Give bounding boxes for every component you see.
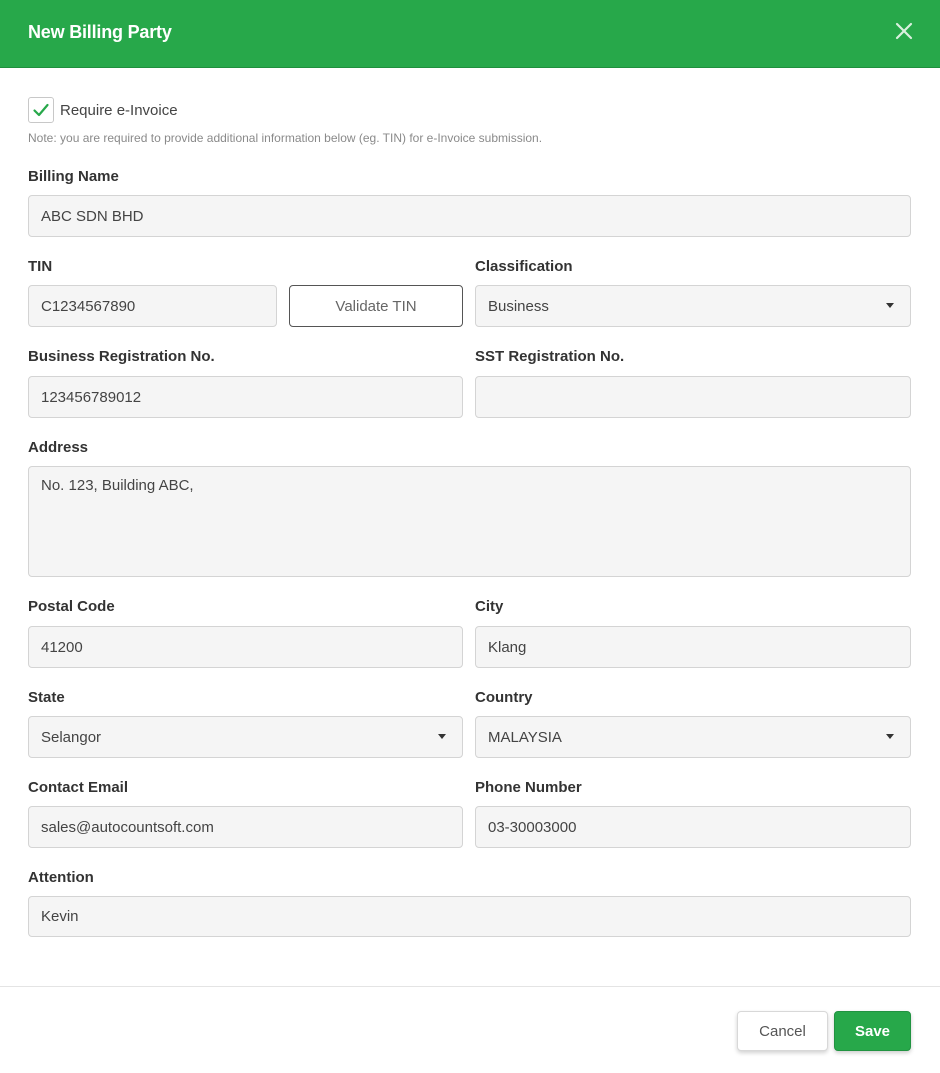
- classification-value: Business: [488, 297, 549, 315]
- classification-label: Classification: [475, 258, 573, 275]
- country-label: Country: [475, 689, 533, 706]
- dialog-header: New Billing Party: [0, 0, 940, 68]
- contact-email-input[interactable]: sales@autocountsoft.com: [28, 806, 463, 848]
- billing-name-input[interactable]: ABC SDN BHD: [28, 195, 911, 237]
- billing-name-label: Billing Name: [28, 168, 119, 185]
- city-value: Klang: [488, 638, 527, 656]
- address-label: Address: [28, 439, 89, 456]
- postal-code-input[interactable]: 41200: [28, 626, 463, 668]
- sst-reg-label: SST Registration No.: [475, 348, 625, 365]
- close-icon[interactable]: [894, 21, 914, 41]
- contact-email-label: Contact Email: [28, 779, 129, 796]
- phone-input[interactable]: 03-30003000: [475, 806, 911, 848]
- country-value: MALAYSIA: [488, 728, 562, 746]
- chevron-down-icon: [886, 734, 894, 739]
- require-einvoice-label: Require e-Invoice: [60, 101, 178, 119]
- address-value: No. 123, Building ABC,: [41, 477, 194, 494]
- einvoice-note: Note: you are required to provide additi…: [28, 131, 543, 145]
- footer-divider: [0, 986, 940, 987]
- city-input[interactable]: Klang: [475, 626, 911, 668]
- address-textarea[interactable]: No. 123, Building ABC,: [28, 466, 911, 577]
- country-select[interactable]: MALAYSIA: [475, 716, 911, 758]
- attention-input[interactable]: Kevin: [28, 896, 911, 937]
- dialog-title: New Billing Party: [28, 22, 172, 42]
- phone-label: Phone Number: [475, 779, 582, 796]
- attention-label: Attention: [28, 869, 94, 886]
- validate-tin-button[interactable]: Validate TIN: [289, 285, 463, 327]
- state-label: State: [28, 689, 65, 706]
- business-reg-value: 123456789012: [41, 388, 142, 406]
- tin-label: TIN: [28, 258, 53, 275]
- require-einvoice-row: Require e-Invoice: [28, 97, 178, 123]
- phone-value: 03-30003000: [488, 818, 577, 836]
- postal-code-label: Postal Code: [28, 598, 115, 615]
- cancel-button[interactable]: Cancel: [737, 1011, 828, 1051]
- require-einvoice-checkbox[interactable]: [28, 97, 54, 123]
- contact-email-value: sales@autocountsoft.com: [41, 818, 214, 836]
- city-label: City: [475, 598, 504, 615]
- postal-code-value: 41200: [41, 638, 83, 656]
- sst-reg-input[interactable]: [475, 376, 911, 418]
- state-select[interactable]: Selangor: [28, 716, 463, 758]
- tin-value: C1234567890: [41, 297, 136, 315]
- chevron-down-icon: [886, 303, 894, 308]
- chevron-down-icon: [438, 734, 446, 739]
- classification-select[interactable]: Business: [475, 285, 911, 327]
- save-button[interactable]: Save: [834, 1011, 911, 1051]
- state-value: Selangor: [41, 728, 102, 746]
- attention-value: Kevin: [41, 908, 79, 925]
- tin-input[interactable]: C1234567890: [28, 285, 277, 327]
- billing-name-value: ABC SDN BHD: [41, 207, 144, 225]
- check-icon: [33, 103, 49, 117]
- business-reg-label: Business Registration No.: [28, 348, 215, 365]
- business-reg-input[interactable]: 123456789012: [28, 376, 463, 418]
